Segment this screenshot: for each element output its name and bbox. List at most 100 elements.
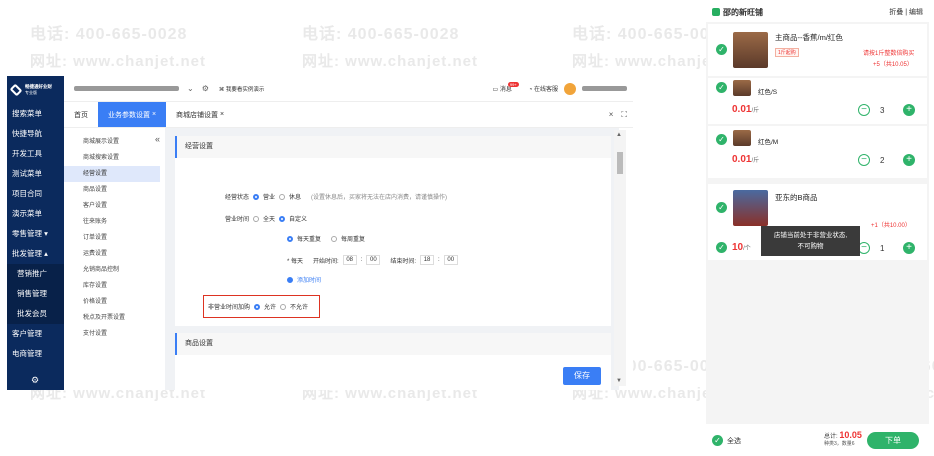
status-open-radio[interactable] bbox=[253, 193, 260, 200]
submenu-item[interactable]: 允销商品控制 bbox=[64, 262, 160, 278]
nav-search-menu[interactable]: 搜索菜单 bbox=[7, 104, 64, 124]
end-minute-field[interactable]: 00 bbox=[443, 255, 458, 265]
submenu-item-active[interactable]: 经营设置 bbox=[64, 166, 160, 182]
fold-edit-actions[interactable]: 折叠 | 编辑 bbox=[889, 7, 923, 17]
nav-project-contract[interactable]: 项目合同 bbox=[7, 184, 64, 204]
tab-home[interactable]: 首页 bbox=[64, 102, 98, 127]
select-all[interactable]: ✓ 全选 bbox=[712, 435, 741, 446]
nav-marketing[interactable]: 营销推广 bbox=[7, 264, 64, 284]
nav-dev-tools[interactable]: 开发工具 bbox=[7, 144, 64, 164]
sku-image bbox=[733, 80, 751, 96]
service-button[interactable]: ◔ 在线客服 bbox=[529, 84, 558, 93]
tab-shop-settings[interactable]: 商城店铺设置 × bbox=[166, 102, 234, 127]
check-icon[interactable]: ✓ bbox=[712, 435, 723, 446]
submenu-item[interactable]: 税点及开票设置 bbox=[64, 310, 160, 326]
tab-business-params[interactable]: 业务参数设置 × bbox=[98, 102, 167, 127]
add-time-label: 添加时间 bbox=[297, 278, 322, 284]
nav-sales[interactable]: 销售管理 bbox=[7, 284, 64, 304]
user-name-blurred[interactable] bbox=[582, 86, 627, 91]
scroll-thumb[interactable] bbox=[617, 152, 623, 174]
time-separator: : bbox=[360, 257, 363, 263]
chevron-down-icon[interactable]: ⌄ bbox=[187, 84, 194, 93]
message-button[interactable]: ▭ 消息99+ bbox=[493, 82, 523, 93]
settings-icon[interactable]: ⚙ bbox=[202, 84, 209, 93]
item-price-value: 10 bbox=[732, 242, 744, 253]
end-hour-field[interactable]: 18 bbox=[420, 255, 435, 265]
link-icon: ⌘ bbox=[218, 86, 225, 93]
gear-icon[interactable]: ⚙ bbox=[31, 375, 39, 386]
nonbiz-allow-radio[interactable] bbox=[254, 303, 261, 310]
nav-wholesale-member[interactable]: 批发会员 bbox=[7, 304, 64, 324]
place-order-button[interactable]: 下单 bbox=[867, 432, 919, 449]
check-icon[interactable]: ✓ bbox=[716, 82, 727, 93]
quantity-value[interactable]: 2 bbox=[880, 156, 884, 165]
add-time-button[interactable]: 添加时间 bbox=[287, 275, 321, 284]
repeat-weekly-radio[interactable] bbox=[331, 235, 338, 242]
watermark-web: 网址: www.chanjet.net bbox=[302, 53, 478, 70]
submenu-item[interactable]: 订单设置 bbox=[64, 230, 160, 246]
tab-label: 商城店铺设置 bbox=[176, 111, 219, 119]
decrease-button[interactable]: − bbox=[858, 104, 870, 116]
check-icon[interactable]: ✓ bbox=[716, 202, 727, 213]
section-title: 经营设置 bbox=[175, 136, 611, 158]
nav-test-menu[interactable]: 测试菜单 bbox=[7, 164, 64, 184]
settings-submenu: « 商城展示设置 商城搜索设置 经营设置 商品设置 客户设置 往来账务 订单设置… bbox=[64, 128, 160, 390]
min-purchase-tag: 1斤起购 bbox=[775, 48, 799, 57]
nav-demo-menu[interactable]: 演示菜单 bbox=[7, 204, 64, 224]
start-time-label: 开始时间: bbox=[313, 258, 339, 265]
increase-button[interactable]: + bbox=[903, 242, 915, 254]
submenu-item[interactable]: 价格设置 bbox=[64, 294, 160, 310]
nav-quick[interactable]: 快捷导航 bbox=[7, 124, 64, 144]
decrease-button[interactable]: − bbox=[858, 154, 870, 166]
submenu-item[interactable]: 运费设置 bbox=[64, 246, 160, 262]
shop-icon bbox=[712, 8, 720, 16]
add-icon bbox=[287, 276, 293, 283]
nav-ecommerce[interactable]: 电商管理 bbox=[7, 344, 64, 364]
scroll-up-icon[interactable]: ▲ bbox=[616, 132, 622, 138]
hours-custom-radio[interactable] bbox=[279, 215, 286, 222]
close-icon[interactable]: × bbox=[609, 110, 614, 119]
submenu-item[interactable]: 支付设置 bbox=[64, 326, 160, 342]
submenu-item[interactable]: 商城搜索设置 bbox=[64, 150, 160, 166]
quantity-value[interactable]: 1 bbox=[880, 244, 884, 253]
submenu-item[interactable]: 库存设置 bbox=[64, 278, 160, 294]
account-name-blurred[interactable] bbox=[74, 86, 179, 91]
nav-wholesale[interactable]: 批发管理 ▴ bbox=[7, 244, 64, 264]
scroll-down-icon[interactable]: ▼ bbox=[616, 378, 622, 384]
nav-customer[interactable]: 客户管理 bbox=[7, 324, 64, 344]
scrollbar[interactable]: ▲ ▼ bbox=[614, 130, 626, 386]
headset-icon: ◔ bbox=[528, 87, 533, 93]
check-icon[interactable]: ✓ bbox=[716, 44, 727, 55]
submenu-item[interactable]: 商品设置 bbox=[64, 182, 160, 198]
tab-label: 业务参数设置 bbox=[108, 111, 150, 119]
sku-price: 0.01/斤 bbox=[732, 154, 759, 165]
quantity-value[interactable]: 3 bbox=[880, 106, 884, 115]
example-link[interactable]: ⌘ 我要看实例演示 bbox=[219, 85, 265, 93]
daily-label: * 每天 bbox=[287, 258, 304, 265]
repeat-daily-radio[interactable] bbox=[287, 235, 293, 242]
start-minute-field[interactable]: 00 bbox=[366, 255, 381, 265]
collapse-icon[interactable]: « bbox=[155, 134, 160, 144]
hours-all-radio[interactable] bbox=[253, 215, 260, 222]
item-price: 10/个 bbox=[732, 242, 751, 253]
increase-button[interactable]: + bbox=[903, 154, 915, 166]
save-button[interactable]: 保存 bbox=[563, 367, 601, 385]
end-time-label: 结束时间: bbox=[390, 258, 417, 265]
start-hour-field[interactable]: 08 bbox=[342, 255, 357, 265]
close-icon[interactable]: × bbox=[220, 111, 224, 118]
service-label: 在线客服 bbox=[533, 87, 558, 93]
check-icon[interactable]: ✓ bbox=[716, 242, 727, 253]
check-icon[interactable]: ✓ bbox=[716, 134, 727, 145]
product-image bbox=[733, 32, 768, 68]
item-subtotal: +1（共10.00） bbox=[871, 223, 911, 229]
close-icon[interactable]: × bbox=[152, 111, 156, 118]
nonbiz-deny-radio[interactable] bbox=[280, 303, 287, 310]
submenu-item[interactable]: 客户设置 bbox=[64, 198, 160, 214]
nav-retail[interactable]: 零售管理 ▾ bbox=[7, 224, 64, 244]
avatar[interactable] bbox=[564, 82, 576, 95]
increase-button[interactable]: + bbox=[903, 104, 915, 116]
submenu-item[interactable]: 往来账务 bbox=[64, 214, 160, 230]
status-rest-radio[interactable] bbox=[279, 193, 286, 200]
submenu-item[interactable]: 商城展示设置 bbox=[64, 134, 160, 150]
fullscreen-icon[interactable]: ⛶ bbox=[621, 110, 627, 120]
